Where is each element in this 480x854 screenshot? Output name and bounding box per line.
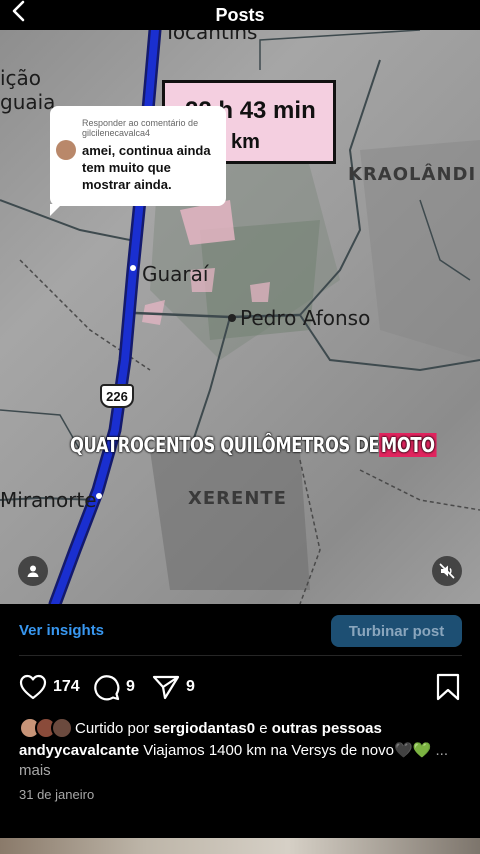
reply-meta-line1: Responder ao comentário de [82, 118, 199, 128]
reply-text: amei, continua ainda tem muito que mostr… [82, 142, 211, 193]
liked-by-user[interactable]: sergiodantas0 [153, 720, 255, 737]
map-label-araguaia: guaia [0, 90, 56, 114]
speaker-muted-icon [439, 563, 455, 579]
tagged-people-button[interactable] [18, 556, 48, 586]
liked-by-text: Curtido por sergiodantas0 e outras pesso… [75, 720, 382, 737]
like-count: 174 [53, 678, 80, 695]
liked-by-row[interactable]: Curtido por sergiodantas0 e outras pesso… [19, 716, 382, 740]
liked-by-prefix: Curtido por [75, 719, 154, 737]
map-label-kraolandia: KRAOLÂNDI [348, 164, 477, 185]
page-title: Posts [215, 4, 265, 25]
liked-by-others[interactable]: outras pessoas [272, 720, 382, 737]
save-button[interactable] [436, 672, 460, 702]
video-caption: QUATROCENTOS QUILÔMETROS DE MOTO [70, 428, 437, 462]
map-label-tocantins: Tocantins [164, 30, 258, 44]
comment-count: 9 [126, 678, 135, 695]
comment-button[interactable]: 9 [92, 672, 135, 702]
reply-text-line3: mostrar ainda. [82, 177, 172, 192]
view-insights-link[interactable]: Ver insights [19, 622, 104, 639]
boost-post-button[interactable]: Turbinar post [331, 615, 462, 647]
top-bar: Posts [0, 0, 480, 30]
back-button[interactable] [6, 0, 32, 24]
video-caption-main: QUATROCENTOS QUILÔMETROS DE [70, 433, 380, 457]
map-label-miranorte: Miranorte [0, 488, 97, 512]
heart-icon [19, 674, 47, 700]
post-text: Viajamos 1400 km na Versys de novo🖤💚 [139, 742, 432, 759]
reply-meta-username: gilcilenecavalca4 [82, 128, 151, 138]
mute-button[interactable] [432, 556, 462, 586]
send-icon [152, 675, 180, 700]
bookmark-icon [436, 673, 460, 701]
share-button[interactable]: 9 [152, 672, 195, 702]
share-count: 9 [186, 678, 195, 695]
commenter-avatar [56, 140, 76, 160]
post-actions: 174 9 9 [0, 672, 480, 702]
chevron-left-icon [12, 0, 25, 22]
post-caption: andyycavalcante Viajamos 1400 km na Vers… [19, 741, 459, 781]
like-button[interactable]: 174 [19, 672, 80, 702]
user-icon [27, 565, 39, 577]
next-post-preview [0, 838, 480, 854]
video-caption-highlight: MOTO [379, 433, 437, 457]
map-label-guarai: Guaraí [142, 262, 209, 286]
highway-shield: 226 [100, 384, 134, 408]
map-label-pedro-afonso: Pedro Afonso [240, 306, 371, 330]
divider [19, 655, 462, 656]
comment-icon [94, 675, 120, 701]
reply-comment-sticker[interactable]: Responder ao comentário de gilcilenecava… [50, 106, 226, 216]
map-label-acao: ição [0, 66, 42, 90]
post-date: 31 de janeiro [19, 787, 95, 802]
liker-avatars [19, 717, 75, 739]
route-distance: km [231, 131, 260, 153]
map-label-xerente: XERENTE [188, 488, 287, 509]
liked-by-middle: e [255, 719, 272, 737]
post-author[interactable]: andyycavalcante [19, 742, 139, 759]
reply-text-line2: tem muito que [82, 160, 171, 175]
reply-meta: Responder ao comentário de gilcilenecava… [82, 118, 198, 138]
reply-text-line1: amei, continua ainda [82, 143, 211, 158]
post-media[interactable]: Tocantins ição guaia KRAOLÂNDI Guaraí Pe… [0, 30, 480, 604]
insights-row: Ver insights Turbinar post [0, 604, 480, 656]
avatar [51, 717, 73, 739]
